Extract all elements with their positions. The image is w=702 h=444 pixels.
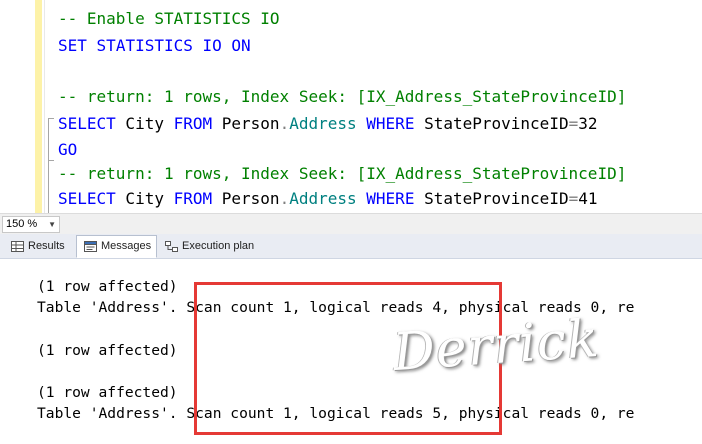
tab-results-label: Results (28, 240, 65, 252)
execution-plan-icon (165, 241, 178, 252)
code-token-kw: WHERE (366, 189, 415, 208)
message-line: (1 row affected) (37, 384, 178, 401)
code-token-obj: Address (289, 114, 357, 133)
code-token-id: 41 (578, 189, 598, 208)
query-editor[interactable]: -- Enable STATISTICS IO SET STATISTICS IO… (0, 0, 702, 213)
code-token-op: = (568, 114, 579, 133)
code-token-op: . (279, 189, 290, 208)
code-token-id: Person (212, 189, 280, 208)
tab-execution-plan-label: Execution plan (182, 240, 255, 252)
code-token-kw: SET (58, 36, 87, 55)
code-token-id: 32 (578, 114, 598, 133)
change-tracking-margin (35, 0, 42, 213)
code-token-id (357, 189, 367, 208)
code-token-id: StateProvinceID (414, 189, 569, 208)
message-line: (1 row affected) (37, 278, 178, 295)
code-line: -- Enable STATISTICS IO (58, 9, 280, 29)
code-token-op: = (568, 189, 579, 208)
code-token-id (87, 36, 97, 55)
code-token-op: . (279, 114, 290, 133)
zoom-bar: 150 % ▼ (0, 213, 702, 234)
code-token-kw: IO (202, 36, 222, 55)
code-token-kw: SELECT (58, 114, 116, 133)
code-token-kw: GO (58, 140, 78, 159)
code-token-kw: FROM (173, 189, 213, 208)
code-token-id (357, 114, 367, 133)
outline-bracket (48, 118, 49, 213)
message-line: (1 row affected) (37, 342, 178, 359)
code-token-id: City (115, 114, 174, 133)
code-token-id: StateProvinceID (414, 114, 569, 133)
code-line: SET STATISTICS IO ON (58, 36, 251, 56)
zoom-dropdown[interactable]: 150 % ▼ (2, 216, 60, 233)
code-token-id (193, 36, 203, 55)
zoom-value: 150 % (6, 218, 38, 230)
code-token-comment: -- return: 1 rows, Index Seek: [IX_Addre… (58, 164, 627, 183)
code-token-comment: -- return: 1 rows, Index Seek: [IX_Addre… (58, 87, 627, 106)
code-token-id (222, 36, 232, 55)
code-token-comment: -- Enable STATISTICS IO (58, 9, 280, 28)
grid-icon (11, 241, 24, 252)
code-token-obj: Address (289, 189, 357, 208)
code-token-kw: WHERE (366, 114, 415, 133)
gutter-separator (44, 0, 45, 213)
outline-tick (48, 160, 54, 161)
code-token-kw: STATISTICS (96, 36, 193, 55)
code-token-id: City (115, 189, 174, 208)
code-line: SELECT City FROM Person.Address WHERE St… (58, 189, 597, 209)
code-line: SELECT City FROM Person.Address WHERE St… (58, 114, 597, 134)
outline-tick (48, 118, 54, 119)
tab-messages-label: Messages (101, 240, 152, 252)
results-tab-strip: Results Messages Execution plan (0, 234, 702, 259)
code-token-kw: FROM (173, 114, 213, 133)
message-icon (84, 241, 97, 252)
code-line: -- return: 1 rows, Index Seek: [IX_Addre… (58, 164, 626, 184)
tab-messages[interactable]: Messages (76, 235, 158, 258)
code-line: -- return: 1 rows, Index Seek: [IX_Addre… (58, 87, 626, 107)
tab-execution-plan[interactable]: Execution plan (158, 236, 259, 257)
code-token-kw: ON (231, 36, 251, 55)
tab-results[interactable]: Results (4, 236, 70, 257)
code-line: GO (58, 140, 77, 160)
code-token-id: Person (212, 114, 280, 133)
code-token-kw: SELECT (58, 189, 116, 208)
chevron-down-icon: ▼ (48, 220, 56, 229)
